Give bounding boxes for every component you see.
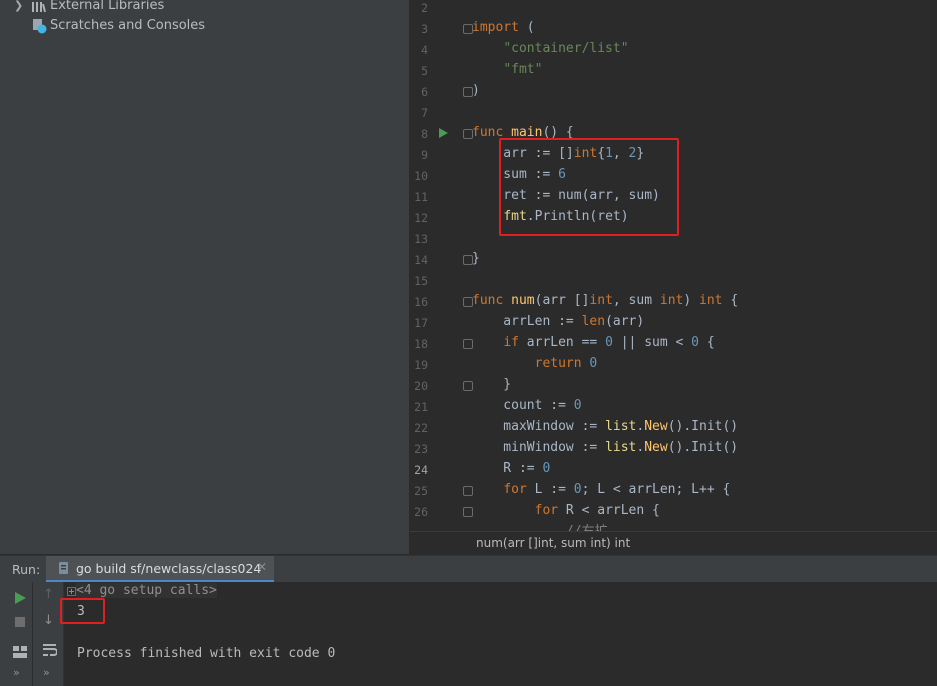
code-line: } xyxy=(472,377,512,392)
highlight-box-output xyxy=(60,598,105,624)
line-number: 12 xyxy=(414,211,428,225)
run-gutter-icon[interactable] xyxy=(439,128,448,138)
expand-icon[interactable]: » xyxy=(43,666,50,679)
scratches-icon xyxy=(32,19,47,34)
line-number: 16 xyxy=(414,295,428,309)
line-number: 25 xyxy=(414,484,428,498)
line-number: 3 xyxy=(421,22,428,36)
code-line: R := 0 xyxy=(472,461,551,476)
chevron-right-icon[interactable]: ❯ xyxy=(14,0,23,16)
run-label: Run: xyxy=(12,562,41,577)
tree-item-label: External Libraries xyxy=(50,0,165,13)
go-file-icon xyxy=(59,562,68,574)
wrap-icon[interactable] xyxy=(43,644,57,656)
line-number: 11 xyxy=(414,190,428,204)
run-panel-header: Run: go build sf/newclass/class024 ✕ xyxy=(0,555,937,583)
line-number: 18 xyxy=(414,337,428,351)
line-number: 20 xyxy=(414,379,428,393)
code-line: for R < arrLen { xyxy=(534,503,660,518)
line-number: 8 xyxy=(421,127,428,141)
exit-message: Process finished with exit code 0 xyxy=(77,646,336,661)
code-line: return 0 xyxy=(534,356,598,371)
editor-breadcrumb[interactable]: num(arr []int, sum int) int xyxy=(410,531,937,555)
code-line: //右扩 xyxy=(472,521,608,531)
arrow-up-icon[interactable]: ↑ xyxy=(43,587,54,602)
line-number: 10 xyxy=(414,169,428,183)
function-signature: num(arr []int, sum int) int xyxy=(476,536,631,550)
line-number: 5 xyxy=(421,64,428,78)
line-number: 26 xyxy=(414,505,428,519)
run-icon[interactable] xyxy=(15,592,26,604)
code-line: arrLen := len(arr) xyxy=(472,314,645,329)
highlight-box-code xyxy=(499,138,679,236)
line-number: 19 xyxy=(414,358,428,372)
line-number: 14 xyxy=(414,253,428,267)
line-number: 15 xyxy=(414,274,428,288)
code-line: count := 0 xyxy=(472,398,582,413)
code-line: minWindow := list.New().Init() xyxy=(472,440,739,455)
line-number: 2 xyxy=(421,1,428,15)
run-toolbar-secondary: ↑ ↓ » xyxy=(33,582,64,686)
tree-item-scratches[interactable]: Scratches and Consoles xyxy=(8,16,409,36)
code-line: ) xyxy=(472,83,480,98)
run-toolbar-primary: » xyxy=(0,582,32,686)
line-number: 22 xyxy=(414,421,428,435)
arrow-down-icon[interactable]: ↓ xyxy=(43,613,54,628)
code-editor[interactable]: 2 3 4 5 6 7 8 9 10 11 12 13 14 15 16 17 … xyxy=(410,0,937,531)
line-number: 9 xyxy=(421,148,428,162)
code-line: "container/list" xyxy=(503,41,629,56)
console-output[interactable]: <4 go setup calls> 3 Process finished wi… xyxy=(60,582,937,686)
stop-icon[interactable] xyxy=(15,617,25,627)
close-icon[interactable]: ✕ xyxy=(257,560,267,574)
code-line: "fmt" xyxy=(503,62,543,77)
line-number: 7 xyxy=(421,106,428,120)
line-number: 17 xyxy=(414,316,428,330)
run-tab[interactable]: go build sf/newclass/class024 ✕ xyxy=(46,556,274,582)
code-line: } xyxy=(472,251,480,266)
line-number: 21 xyxy=(414,400,428,414)
code-line: for L := 0; L < arrLen; L++ { xyxy=(503,482,731,497)
code-line: import ( xyxy=(472,20,535,35)
tree-item-external-libraries[interactable]: ❯ External Libraries xyxy=(8,0,409,16)
library-icon xyxy=(32,0,47,13)
code-line: func num(arr []int, sum int) int { xyxy=(472,293,739,308)
project-panel: ❯ External Libraries Scratches and Conso… xyxy=(8,0,409,554)
run-tab-title: go build sf/newclass/class024 xyxy=(76,561,262,576)
setup-calls-fold[interactable]: <4 go setup calls> xyxy=(76,583,217,598)
line-number: 4 xyxy=(421,43,428,57)
fold-expand-icon[interactable] xyxy=(67,587,76,596)
code-line: if arrLen == 0 || sum < 0 { xyxy=(503,335,715,350)
line-number-current: 24 xyxy=(414,463,428,477)
line-number: 23 xyxy=(414,442,428,456)
layout-icon[interactable] xyxy=(13,646,27,658)
tree-item-label: Scratches and Consoles xyxy=(50,18,206,33)
line-number: 13 xyxy=(414,232,428,246)
line-number: 6 xyxy=(421,85,428,99)
code-line: maxWindow := list.New().Init() xyxy=(472,419,739,434)
expand-icon[interactable]: » xyxy=(13,666,20,679)
